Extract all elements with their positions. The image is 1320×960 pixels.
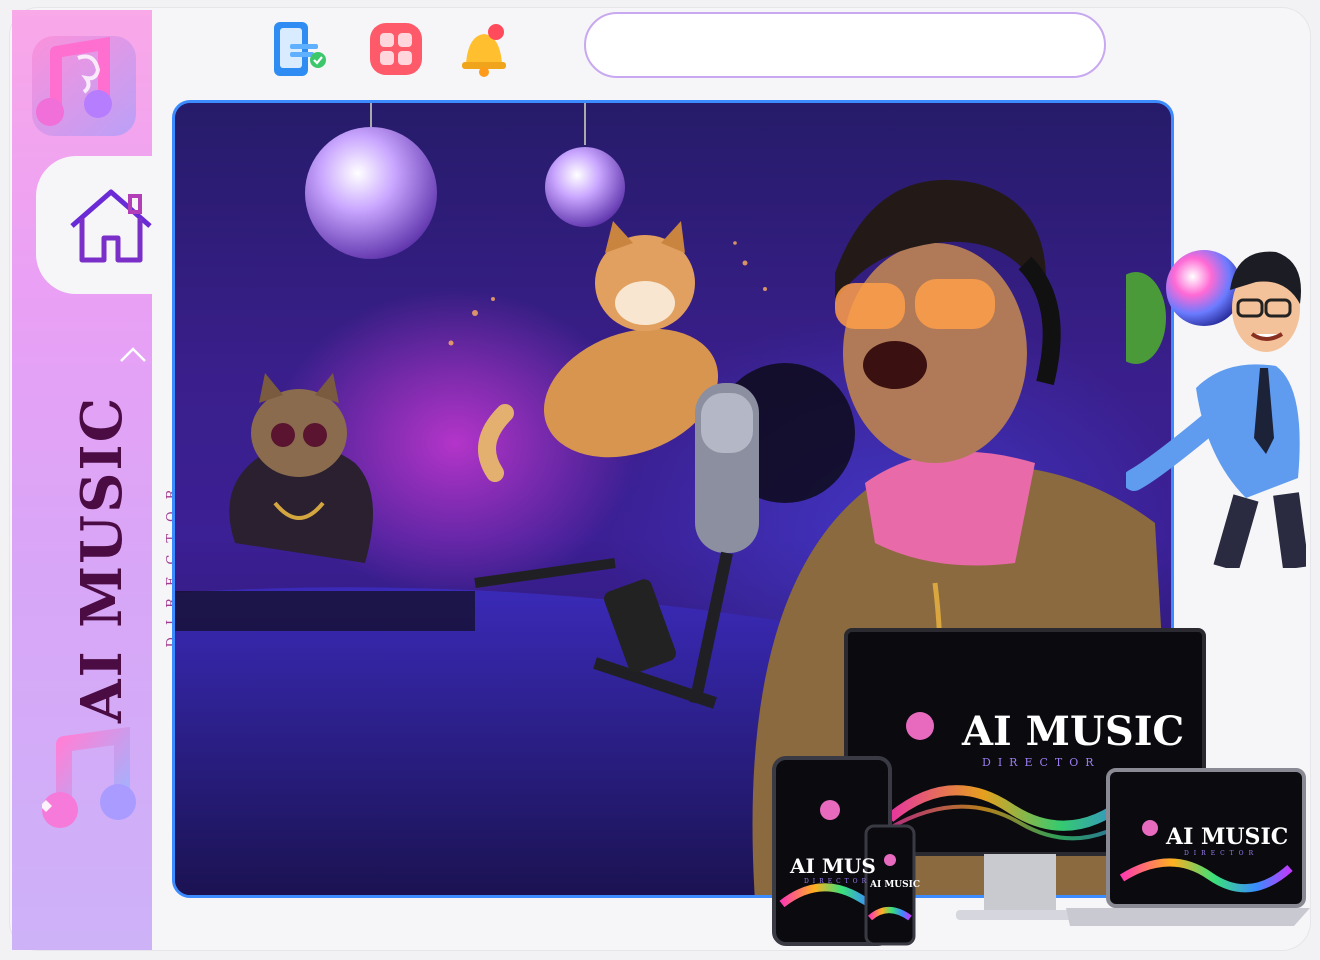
music-logo-icon-large — [42, 726, 136, 828]
monitor-title: AI MUSIC — [962, 708, 1185, 755]
home-icon[interactable] — [66, 186, 156, 266]
cat-figure — [229, 373, 373, 563]
disco-ball — [545, 147, 625, 227]
nav-home-tab[interactable] — [36, 156, 166, 294]
music-logo-icon[interactable] — [26, 32, 142, 142]
document-check-icon[interactable] — [270, 20, 326, 78]
sidebar: AI MUSIC DIRECTOR — [12, 10, 180, 950]
grid-apps-icon[interactable] — [368, 20, 424, 78]
tablet-title: AI MUS — [790, 854, 876, 878]
monitor-subtitle: DIRECTOR — [982, 756, 1101, 769]
brand-title: AI MUSIC — [69, 395, 135, 723]
phone-title: AI MUSIC — [870, 880, 921, 890]
laptop-subtitle: DIRECTOR — [1184, 850, 1259, 857]
mascot-character — [1126, 250, 1306, 568]
notification-bell-icon[interactable] — [456, 20, 512, 78]
laptop-title: AI MUSIC — [1166, 824, 1289, 850]
search-input[interactable] — [584, 12, 1106, 78]
device-mockups: AI MUSIC DIRECTOR AI MUS DIRECTOR AI MUS… — [770, 628, 1310, 950]
brand-logo: AI MUSIC DIRECTOR — [52, 395, 180, 723]
tablet-subtitle: DIRECTOR — [804, 878, 871, 885]
chevron-up-icon[interactable] — [118, 344, 148, 366]
disco-ball — [305, 127, 437, 259]
device-frames — [772, 628, 1310, 946]
